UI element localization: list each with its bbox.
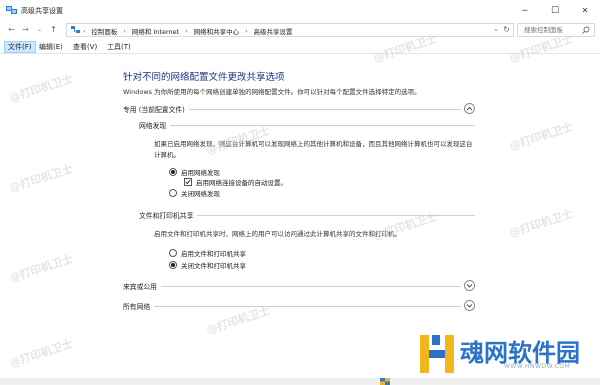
maximize-icon: ☐: [550, 5, 560, 16]
logo-url: WWW.HNWDW.COM: [504, 363, 571, 370]
expand-button[interactable]: [464, 280, 475, 291]
address-bar[interactable]: › 控制面板 › 网络和 Internet › 网络和共享中心 › 高级共享设置…: [66, 23, 514, 37]
radio-button[interactable]: [169, 261, 177, 269]
breadcrumb-separator-icon: ›: [185, 27, 188, 35]
profile-guest-label: 来宾或公用: [123, 281, 161, 291]
profile-private-label: 专用 (当前配置文件): [123, 104, 189, 114]
search-icon: [582, 26, 590, 34]
close-button[interactable]: ✕: [570, 0, 600, 21]
option-auto-setup-devices[interactable]: 启用网络连接设备的自动设置。: [184, 177, 287, 187]
site-logo: 魂网软件园 WWW.HNWDW.COM: [412, 330, 600, 378]
search-box[interactable]: [517, 23, 595, 37]
maximize-button[interactable]: ☐: [540, 0, 570, 21]
back-button[interactable]: ←: [6, 24, 17, 35]
option-disable-network-discovery[interactable]: 关闭网络发现: [169, 188, 220, 198]
page-title: 针对不同的网络配置文件更改共享选项: [123, 72, 285, 83]
chevron-down-icon: [466, 284, 473, 288]
option-enable-network-discovery[interactable]: 启用网络发现: [169, 167, 220, 177]
menu-file[interactable]: 文件(F): [4, 41, 36, 53]
menu-tools[interactable]: 工具(T): [104, 41, 134, 53]
arrow-up-icon: ↑: [50, 25, 57, 34]
title-bar: 高级共享设置 ─ ☐ ✕: [0, 0, 600, 21]
minimize-icon: ─: [522, 6, 528, 15]
network-settings-icon: [6, 6, 17, 14]
logo-mark-icon: [420, 335, 454, 373]
divider: [123, 286, 461, 287]
option-label: 启用网络发现: [181, 169, 220, 177]
up-button[interactable]: ↑: [48, 24, 59, 35]
profile-private-header[interactable]: 专用 (当前配置文件): [123, 103, 475, 115]
window-title: 高级共享设置: [21, 7, 63, 15]
breadcrumb-separator-icon: ›: [123, 27, 126, 35]
menu-bar: 文件(F) 编辑(E) 查看(V) 工具(T): [0, 40, 600, 54]
option-label: 关闭文件和打印机共享: [181, 262, 246, 270]
status-strip: [0, 378, 600, 385]
divider: [139, 125, 475, 126]
checkbox[interactable]: [184, 178, 192, 186]
menu-view[interactable]: 查看(V): [70, 41, 100, 53]
chevron-down-icon: ⌄: [36, 26, 43, 33]
chevron-up-icon: [466, 106, 473, 111]
shield-icon: [380, 378, 390, 385]
close-icon: ✕: [581, 6, 589, 15]
radio-button[interactable]: [169, 189, 177, 197]
option-disable-file-printer-sharing[interactable]: 关闭文件和打印机共享: [169, 260, 246, 270]
recent-locations-button[interactable]: ⌄: [34, 24, 45, 35]
refresh-icon[interactable]: ↻: [503, 25, 510, 34]
file-printer-sharing-label: 文件和打印机共享: [139, 210, 198, 220]
network-discovery-header: 网络发现: [139, 120, 475, 130]
profile-all-label: 所有网络: [123, 301, 155, 311]
breadcrumb-control-panel[interactable]: 控制面板: [91, 26, 117, 36]
breadcrumb: › 控制面板 › 网络和 Internet › 网络和共享中心 › 高级共享设置: [83, 26, 293, 37]
profile-all-header[interactable]: 所有网络: [123, 300, 475, 312]
arrow-left-icon: ←: [8, 25, 15, 34]
page-description: Windows 为你所使用的每个网络创建单独的网络配置文件。你可以针对每个配置文…: [123, 88, 421, 96]
forward-button[interactable]: →: [20, 24, 31, 35]
network-discovery-description: 如果已启用网络发现，则这台计算机可以发现网络上的其他计算机和设备，而且其他网络计…: [154, 140, 473, 159]
search-input[interactable]: [518, 24, 578, 36]
minimize-button[interactable]: ─: [510, 0, 540, 21]
file-printer-sharing-header: 文件和打印机共享: [139, 210, 475, 220]
radio-button[interactable]: [169, 249, 177, 257]
breadcrumb-network-internet[interactable]: 网络和 Internet: [132, 26, 179, 36]
option-label: 关闭网络发现: [181, 190, 220, 198]
radio-button[interactable]: [169, 168, 177, 176]
file-printer-sharing-description: 启用文件和打印机共享时，网络上的用户可以访问通过此计算机共享的文件和打印机。: [154, 230, 401, 238]
breadcrumb-advanced-sharing[interactable]: 高级共享设置: [254, 26, 293, 36]
network-discovery-label: 网络发现: [139, 120, 171, 130]
arrow-right-icon: →: [22, 25, 29, 34]
address-row: ← → ⌄ ↑ › 控制面板 › 网络和 Internet › 网络和共享中心 …: [0, 21, 600, 39]
expand-button[interactable]: [464, 300, 475, 311]
chevron-down-icon: [466, 304, 473, 308]
option-label: 启用网络连接设备的自动设置。: [196, 179, 287, 187]
option-label: 启用文件和打印机共享: [181, 250, 246, 258]
breadcrumb-separator-icon: ›: [245, 27, 248, 35]
divider: [123, 306, 461, 307]
breadcrumb-separator-icon: ›: [83, 27, 86, 35]
breadcrumb-network-sharing-center[interactable]: 网络和共享中心: [194, 26, 240, 36]
option-enable-file-printer-sharing[interactable]: 启用文件和打印机共享: [169, 248, 246, 258]
address-dropdown-icon[interactable]: ⌄: [493, 25, 499, 33]
network-location-icon: [71, 26, 80, 33]
menu-edit[interactable]: 编辑(E): [36, 41, 66, 53]
checkmark-icon: [185, 179, 191, 185]
profile-guest-header[interactable]: 来宾或公用: [123, 280, 475, 292]
collapse-button[interactable]: [464, 103, 475, 114]
